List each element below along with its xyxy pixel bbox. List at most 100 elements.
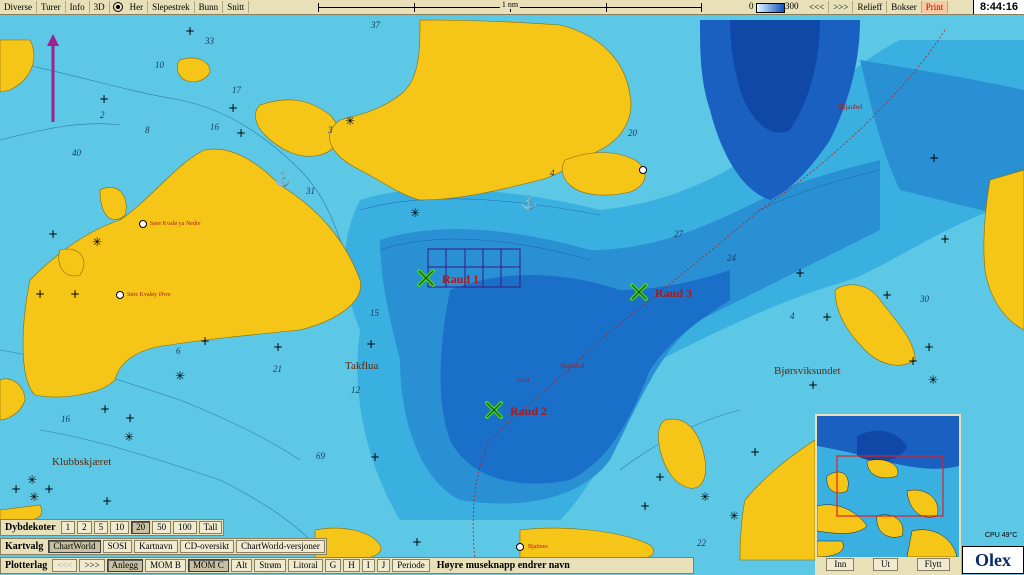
history-back-button[interactable]: <<< [805,1,830,13]
depth-color-scale[interactable] [756,3,785,13]
contour-50-button[interactable]: 50 [152,521,172,534]
chartworld-versions-button[interactable]: ChartWorld-versjoner [236,540,325,553]
menu-turer[interactable]: Turer [37,1,66,13]
layer-h-button[interactable]: H [343,559,360,572]
contour-10-button[interactable]: 10 [110,521,130,534]
waypoint-label-raud-3[interactable]: Raud 3 [655,286,692,301]
svg-text:+: + [822,310,832,324]
layer-i-button[interactable]: I [361,559,375,572]
contour-1-button[interactable]: 1 [60,521,76,534]
svg-text:+: + [908,354,918,368]
menu-her[interactable]: Her [126,1,149,13]
place-bjorsviksundet: Bjørsviksundet [774,365,841,377]
svg-text:+: + [924,340,934,354]
print-button[interactable]: Print [921,1,949,13]
history-forward-button[interactable]: >>> [829,1,854,13]
layer-alt-button[interactable]: Alt [230,559,253,572]
layer-j-button[interactable]: J [376,559,391,572]
contour-2-button[interactable]: 2 [77,521,92,534]
land-north-point [561,152,646,196]
layer-mom-c-button[interactable]: MOM C [187,559,229,572]
svg-text:+: + [228,101,238,115]
depth-sounding: 17 [232,85,241,95]
depth-sounding: 3 [328,125,333,135]
sosi-button[interactable]: SOSI [102,540,133,553]
layer-litoral-button[interactable]: Litoral [288,559,323,572]
depth-sounding: 16 [61,414,70,424]
menu-diverse[interactable]: Diverse [0,1,37,13]
chartworld-button[interactable]: ChartWorld [48,540,101,553]
cpu-temperature: CPU 49°C [985,532,1018,539]
layer-g-button[interactable]: G [324,559,342,572]
depth-sounding: 69 [316,451,325,461]
svg-text:+: + [44,482,54,496]
zoom-out-button[interactable]: Ut [872,557,898,571]
depth-sounding: 33 [205,36,214,46]
chart-selection-row: Kartvalg ChartWorld SOSI Kartnavn CD-ove… [0,538,327,555]
waypoint-label-raud-2[interactable]: Raud 2 [510,404,547,419]
kartnavn-button[interactable]: Kartnavn [134,540,178,553]
svg-text:✳: ✳ [124,430,134,444]
lighthouse-icon [139,220,147,228]
target-icon[interactable] [112,2,123,12]
menu-bunn[interactable]: Bunn [195,1,224,13]
depth-sounding: 30 [920,294,929,304]
svg-text:✳: ✳ [928,373,938,387]
svg-text:+: + [412,535,422,549]
layer-periode-button[interactable]: Periode [392,559,430,572]
svg-text:+: + [655,470,665,484]
layers-forward-button[interactable]: >>> [79,559,105,572]
light-name: Bjatines [528,544,548,550]
zoom-in-button[interactable]: Inn [826,557,855,571]
contour-20-button[interactable]: 20 [131,521,151,534]
svg-text:+: + [940,232,950,246]
svg-text:+: + [273,340,283,354]
svg-text:✳: ✳ [27,473,37,487]
svg-text:+: + [11,482,21,496]
svg-text:+: + [236,126,246,140]
layers-back-button[interactable]: <<< [52,559,78,572]
svg-text:+: + [70,287,80,301]
fairway-label: Skjaubel [838,103,863,111]
contour-100-button[interactable]: 100 [173,521,197,534]
plotterlag-title: Plotterlag [5,560,48,571]
svg-text:+: + [795,266,805,280]
relieff-button[interactable]: Relieff [853,1,888,13]
islet-3 [176,57,211,83]
menu-slepestrek[interactable]: Slepestrek [148,1,195,13]
menu-3d[interactable]: 3D [90,1,110,13]
minimap-chart[interactable] [817,416,959,557]
layer-anlegg-button[interactable]: Anlegg [106,559,144,572]
depth-sounding: 8 [145,125,150,135]
menu-info[interactable]: Info [66,1,90,13]
svg-text:+: + [100,402,110,416]
svg-text:✳: ✳ [410,206,420,220]
svg-text:✳: ✳ [729,509,739,523]
svg-text:+: + [929,151,939,165]
depth-sounding: 12 [351,385,360,395]
bokser-button[interactable]: Bokser [887,1,922,13]
move-button[interactable]: Flytt [916,557,950,571]
cd-oversikt-button[interactable]: CD-oversikt [179,540,235,553]
lighthouse-icon [639,166,647,174]
kartvalg-title: Kartvalg [5,541,44,552]
svg-text:+: + [750,445,760,459]
depth-contours-row: Dybdekoter 1 2 5 10 20 50 100 Tall [0,519,225,536]
light-name: Søre Kvaløy Øvre [127,292,171,298]
contour-5-button[interactable]: 5 [93,521,109,534]
svg-text:✳: ✳ [92,235,102,249]
depth-sounding: 40 [72,148,81,158]
layer-mom-b-button[interactable]: MOM B [145,559,186,572]
contour-tall-button[interactable]: Tall [198,521,223,534]
depth-min: 0 [749,1,754,11]
depth-sounding: 4 [550,168,555,178]
overview-minimap[interactable]: Inn Ut Flytt [815,414,961,575]
depth-sounding: 22 [697,538,706,548]
svg-text:+: + [99,92,109,106]
svg-text:+: + [102,494,112,508]
waypoint-label-raud-1[interactable]: Raud 1 [442,272,479,287]
svg-text:+: + [640,499,650,513]
menu-snitt[interactable]: Snitt [223,1,250,13]
layer-strom-button[interactable]: Strøm [254,559,287,572]
svg-text:+: + [366,337,376,351]
